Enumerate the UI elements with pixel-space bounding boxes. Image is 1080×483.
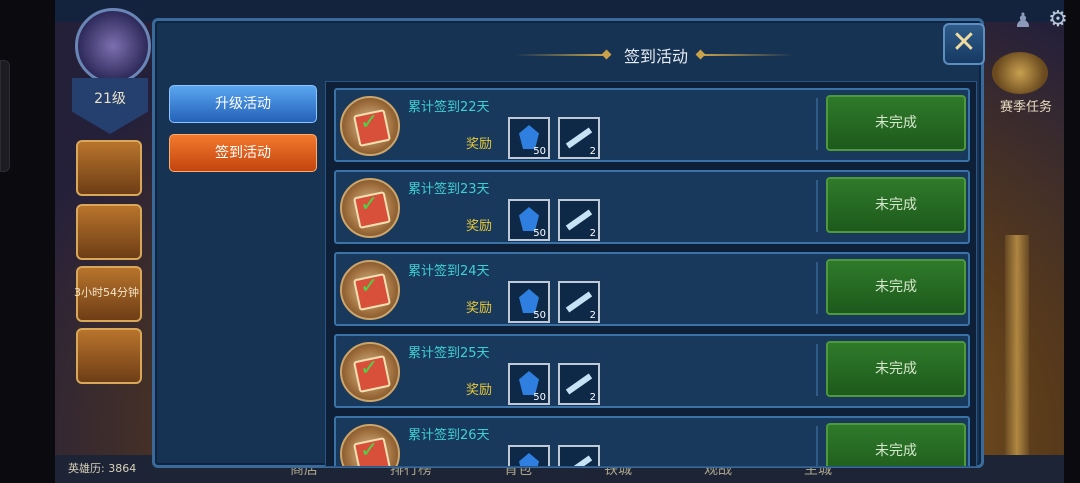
- crystal-icon[interactable]: 50: [508, 117, 550, 159]
- crystal-icon[interactable]: 50: [508, 363, 550, 405]
- sign-in-activity-dialog: 签到活动 ✕ 升级活动 签到活动 ✓ 累计签到22天 奖励 50 2 未完成 ✓…: [152, 18, 985, 468]
- chest-icon[interactable]: [76, 328, 142, 384]
- key-icon[interactable]: 2: [558, 363, 600, 405]
- crystal-icon[interactable]: [508, 445, 550, 466]
- sign-in-book-icon: ✓: [340, 260, 400, 320]
- reward-row: ✓ 累计签到23天 奖励 50 2 未完成: [334, 170, 970, 244]
- item-count: 50: [533, 228, 546, 239]
- crystal-icon[interactable]: 50: [508, 281, 550, 323]
- reward-row: ✓ 累计签到24天 奖励 50 2 未完成: [334, 252, 970, 326]
- title-dot-left: [601, 49, 612, 60]
- chest-icon[interactable]: [76, 204, 142, 260]
- row-divider: [816, 344, 818, 396]
- side-handle[interactable]: [0, 60, 10, 172]
- item-count: 50: [533, 146, 546, 157]
- row-title: 累计签到26天: [408, 428, 490, 443]
- crystal-icon[interactable]: 50: [508, 199, 550, 241]
- season-tasks-icon[interactable]: [992, 52, 1048, 94]
- row-title: 累计签到23天: [408, 182, 490, 197]
- player-level: 21级: [94, 91, 126, 107]
- row-divider: [816, 262, 818, 314]
- reward-row: ✓ 累计签到26天 未完成: [334, 416, 970, 466]
- reward-list[interactable]: ✓ 累计签到22天 奖励 50 2 未完成 ✓ 累计签到23天 奖励 50 2 …: [325, 81, 977, 467]
- reward-label: 奖励: [466, 383, 493, 398]
- status-button[interactable]: 未完成: [826, 259, 966, 315]
- chest-timer: 3小时54分钟: [74, 286, 139, 299]
- item-count: 50: [533, 392, 546, 403]
- reward-label: 奖励: [466, 301, 493, 316]
- status-button[interactable]: 未完成: [826, 423, 966, 466]
- tab-sign-in-activity[interactable]: 签到活动: [169, 134, 317, 172]
- person-icon[interactable]: ♟: [1012, 8, 1034, 32]
- item-count: 2: [589, 310, 596, 321]
- gear-icon[interactable]: ⚙: [1046, 8, 1070, 32]
- pillar-decoration: [1005, 235, 1029, 455]
- status-button[interactable]: 未完成: [826, 177, 966, 233]
- item-count: 2: [589, 228, 596, 239]
- row-title: 累计签到24天: [408, 264, 490, 279]
- key-icon[interactable]: [558, 445, 600, 466]
- player-avatar[interactable]: [75, 8, 151, 84]
- row-divider: [816, 180, 818, 232]
- sign-in-book-icon: ✓: [340, 424, 400, 466]
- sign-in-book-icon: ✓: [340, 178, 400, 238]
- season-tasks-label: 赛季任务: [1000, 100, 1053, 115]
- row-divider: [816, 98, 818, 150]
- status-button[interactable]: 未完成: [826, 341, 966, 397]
- key-icon[interactable]: 2: [558, 281, 600, 323]
- reward-label: 奖励: [466, 219, 493, 234]
- dialog-title: 签到活动: [623, 47, 688, 66]
- item-count: 2: [589, 392, 596, 403]
- close-icon: ✕: [951, 25, 977, 60]
- key-icon[interactable]: 2: [558, 199, 600, 241]
- item-count: 2: [589, 146, 596, 157]
- item-count: 50: [533, 310, 546, 321]
- title-decoration-left: [515, 54, 607, 56]
- chest-icon[interactable]: [76, 140, 142, 196]
- dialog-title-row: 签到活动: [155, 41, 981, 69]
- close-button[interactable]: ✕: [943, 23, 985, 65]
- status-button[interactable]: 未完成: [826, 95, 966, 151]
- row-title: 累计签到22天: [408, 100, 490, 115]
- reward-row: ✓ 累计签到22天 奖励 50 2 未完成: [334, 88, 970, 162]
- row-title: 累计签到25天: [408, 346, 490, 361]
- reward-row: ✓ 累计签到25天 奖励 50 2 未完成: [334, 334, 970, 408]
- key-icon[interactable]: 2: [558, 117, 600, 159]
- title-decoration-right: [701, 54, 793, 56]
- heroes-stat: 英雄历: 3864: [68, 462, 137, 475]
- sign-in-book-icon: ✓: [340, 96, 400, 156]
- reward-label: 奖励: [466, 137, 493, 152]
- right-screen-bar: [1064, 0, 1080, 483]
- tab-upgrade-activity[interactable]: 升级活动: [169, 85, 317, 123]
- row-divider: [816, 426, 818, 466]
- sign-in-book-icon: ✓: [340, 342, 400, 402]
